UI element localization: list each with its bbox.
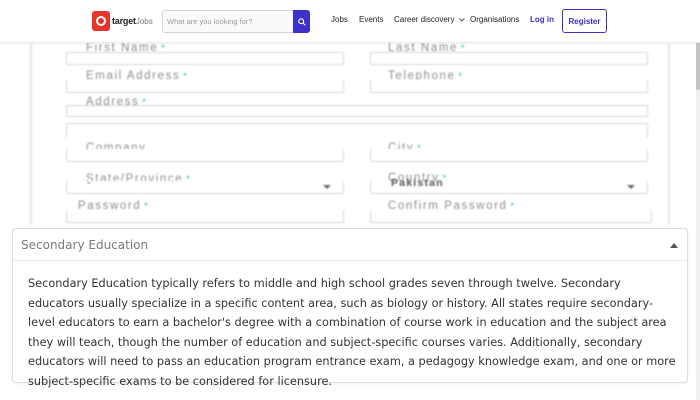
nav-jobs[interactable]: Jobs — [331, 15, 348, 24]
nav-events[interactable]: Events — [359, 15, 383, 24]
accordion-title: Secondary Education — [21, 238, 149, 252]
search-bar — [162, 10, 310, 33]
password-field[interactable] — [66, 210, 344, 223]
caret-up-icon[interactable] — [669, 241, 679, 249]
confirm-password-field[interactable] — [370, 210, 652, 223]
site-header: targetJobs Jobs Events Career discovery … — [0, 0, 700, 43]
city-field[interactable] — [370, 149, 648, 162]
search-button[interactable] — [293, 10, 310, 33]
register-button[interactable]: Register — [562, 9, 607, 33]
address-field-2[interactable] — [66, 123, 648, 138]
last-name-field[interactable] — [370, 52, 648, 65]
accordion-card: Secondary Education Secondary Education … — [12, 228, 688, 388]
search-input[interactable] — [167, 11, 293, 32]
country-caret-icon — [627, 185, 635, 189]
search-icon — [297, 17, 306, 26]
logo[interactable]: target Jobs — [92, 10, 153, 32]
first-name-field[interactable] — [66, 52, 344, 65]
logo-mark-icon — [92, 11, 110, 31]
nav-organisations[interactable]: Organisations — [470, 15, 519, 24]
logo-suffix: Jobs — [135, 16, 153, 26]
login-link[interactable]: Log in — [530, 15, 554, 24]
page-scrollbar[interactable] — [696, 0, 700, 400]
country-value: Pakistan — [391, 177, 444, 189]
state-caret-icon — [323, 185, 331, 189]
state-value: - — [87, 177, 92, 189]
form-border-left — [30, 43, 32, 225]
accordion-body: Secondary Education typically refers to … — [28, 277, 676, 388]
logo-brand: target — [112, 16, 136, 26]
registration-form: First Name * Last Name * Email Address * Te… — [30, 43, 670, 225]
country-select[interactable]: Pakistan — [370, 177, 648, 194]
nav-career-discovery[interactable]: Career discovery — [394, 15, 465, 24]
nav-career-label: Career discovery — [394, 15, 455, 24]
telephone-field[interactable] — [370, 80, 648, 93]
state-select[interactable]: - — [66, 177, 344, 194]
address-field-1[interactable] — [66, 105, 648, 117]
form-border-right — [668, 43, 670, 225]
chevron-down-icon — [458, 18, 465, 22]
company-field[interactable] — [66, 149, 344, 162]
accordion-header[interactable]: Secondary Education — [13, 229, 687, 261]
email-field[interactable] — [66, 80, 344, 93]
